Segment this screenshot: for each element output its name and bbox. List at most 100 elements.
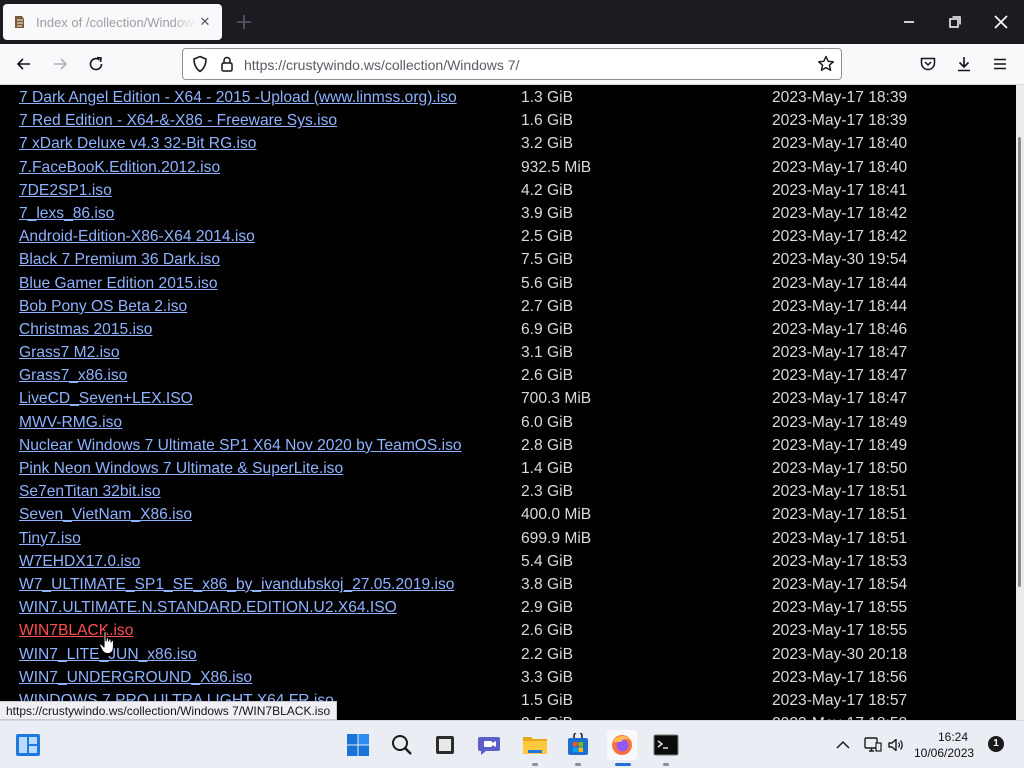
file-size: 700.3 MiB <box>521 390 592 408</box>
network-icon[interactable] <box>862 735 882 755</box>
volume-icon[interactable] <box>886 735 906 755</box>
widgets-icon[interactable] <box>13 730 43 760</box>
hand-pointer-cursor-icon <box>99 631 115 655</box>
file-link[interactable]: Tiny7.iso <box>19 527 81 550</box>
file-link[interactable]: 7_lexs_86.iso <box>19 202 114 225</box>
file-link[interactable]: Android-Edition-X86-X64 2014.iso <box>19 225 255 248</box>
file-link[interactable]: Grass7 M2.iso <box>19 341 120 364</box>
file-link[interactable]: WIN7.ULTIMATE.N.STANDARD.EDITION.U2.X64.… <box>19 596 397 619</box>
listing-row: WIN7BLACK.iso 2.6 GiB 2023-May-17 18:55 <box>0 619 1016 642</box>
listing-row: MWV-RMG.iso 6.0 GiB 2023-May-17 18:49 <box>0 411 1016 434</box>
listing-row: WIN7.ULTIMATE.N.STANDARD.EDITION.U2.X64.… <box>0 596 1016 619</box>
file-link[interactable]: 7 Dark Angel Edition - X64 - 2015 -Uploa… <box>19 86 457 109</box>
reload-icon[interactable] <box>86 54 106 74</box>
windows-taskbar: 16:24 10/06/2023 <box>0 720 1024 768</box>
file-size: 2.7 GiB <box>521 297 574 315</box>
listing-row: Black 7 Premium 36 Dark.iso 7.5 GiB 2023-M… <box>0 248 1016 271</box>
show-hidden-icons-chevron-icon[interactable] <box>835 737 851 753</box>
listing-row: Android-Edition-X86-X64 2014.iso 2.5 GiB 2… <box>0 225 1016 248</box>
back-arrow-icon[interactable] <box>14 54 34 74</box>
terminal-running-indicator <box>663 763 669 766</box>
listing-row: Nuclear Windows 7 Ultimate SP1 X64 Nov 2… <box>0 434 1016 457</box>
file-link[interactable]: W7EHDX17.0.iso <box>19 550 140 573</box>
file-date: 2023-May-17 18:58 <box>772 712 907 720</box>
file-size: 1.5 GiB <box>521 691 574 709</box>
file-link[interactable]: Pink Neon Windows 7 Ultimate & SuperLite… <box>19 457 343 480</box>
window-close-icon[interactable] <box>990 11 1012 33</box>
file-link[interactable]: 7DE2SP1.iso <box>19 179 112 202</box>
minimize-icon[interactable] <box>898 11 920 33</box>
file-link[interactable]: W7_ULTIMATE_SP1_SE_x86_by_ivandubskoj_27… <box>19 573 454 596</box>
file-size: 5.4 GiB <box>521 552 574 570</box>
notification-badge[interactable]: 1 <box>988 736 1004 752</box>
link-status-bar: https://crustywindo.ws/collection/Window… <box>0 701 338 720</box>
listing-row: Grass7 M2.iso 3.1 GiB 2023-May-17 18:47 <box>0 341 1016 364</box>
file-date: 2023-May-17 18:39 <box>772 112 908 130</box>
menu-hamburger-icon[interactable] <box>990 54 1010 74</box>
directory-listing: 7 Dark Angel Edition - X64 - 2015 -Uploa… <box>0 85 1016 720</box>
file-link[interactable]: LiveCD_Seven+LEX.ISO <box>19 387 193 410</box>
new-tab-plus-icon[interactable] <box>234 12 254 32</box>
file-link[interactable]: WIN7_UNDERGROUND_X86.iso <box>19 666 252 689</box>
nav-toolbar: https://crustywindo.ws/collection/Window… <box>0 44 1024 85</box>
forward-arrow-icon[interactable] <box>50 54 70 74</box>
pocket-icon[interactable] <box>918 54 938 74</box>
file-size: 2.8 GiB <box>521 436 574 454</box>
file-explorer-icon[interactable] <box>520 730 550 760</box>
file-date: 2023-May-30 19:54 <box>772 251 908 269</box>
url-bar[interactable]: https://crustywindo.ws/collection/Window… <box>182 48 842 80</box>
file-link[interactable]: MWV-RMG.iso <box>19 411 122 434</box>
microsoft-store-icon[interactable] <box>563 730 593 760</box>
terminal-icon[interactable] <box>651 730 681 760</box>
file-size: 4.2 GiB <box>521 181 574 199</box>
file-date: 2023-May-17 18:49 <box>772 413 908 431</box>
file-date: 2023-May-30 20:18 <box>772 645 908 663</box>
clock-time: 16:24 <box>937 730 968 744</box>
file-link[interactable]: 7 xDark Deluxe v4.3 32-Bit RG.iso <box>19 132 256 155</box>
file-link[interactable]: Blue Gamer Edition 2015.iso <box>19 272 218 295</box>
folder-favicon-icon <box>15 16 24 28</box>
search-icon[interactable] <box>387 730 417 760</box>
listing-row: Pink Neon Windows 7 Ultimate & SuperLite… <box>0 457 1016 480</box>
listing-row: WIN7_UNDERGROUND_X86.iso 3.3 GiB 2023-May-… <box>0 666 1016 689</box>
start-windows-icon[interactable] <box>343 730 373 760</box>
file-date: 2023-May-17 18:47 <box>772 344 908 362</box>
file-link[interactable]: Black 7 Premium 36 Dark.iso <box>19 248 220 271</box>
restore-icon[interactable] <box>944 11 966 33</box>
file-size: 2.9 GiB <box>521 599 574 617</box>
bookmark-star-icon[interactable] <box>816 54 836 74</box>
file-date: 2023-May-17 18:47 <box>772 367 908 385</box>
page-scrollbar[interactable] <box>1016 85 1024 720</box>
file-size: 932.5 MiB <box>521 158 592 176</box>
file-link[interactable]: Christmas 2015.iso <box>19 318 152 341</box>
system-clock[interactable]: 16:24 10/06/2023 <box>914 729 974 761</box>
listing-row: Blue Gamer Edition 2015.iso 5.6 GiB 2023-M… <box>0 272 1016 295</box>
file-link[interactable]: Nuclear Windows 7 Ultimate SP1 X64 Nov 2… <box>19 434 462 457</box>
teams-chat-icon[interactable] <box>475 730 505 760</box>
file-link[interactable]: 7.FaceBooK.Edition.2012.iso <box>19 156 220 179</box>
task-view-icon[interactable] <box>430 730 460 760</box>
listing-row: 7 Dark Angel Edition - X64 - 2015 -Uploa… <box>0 86 1016 109</box>
tab-close-icon[interactable]: ✕ <box>197 14 213 30</box>
file-link[interactable]: 7 Red Edition - X64-&-X86 - Freeware Sys… <box>19 109 337 132</box>
downloads-icon[interactable] <box>954 54 974 74</box>
file-link[interactable]: Grass7_x86.iso <box>19 364 127 387</box>
file-date: 2023-May-17 18:53 <box>772 552 908 570</box>
file-date: 2023-May-17 18:42 <box>772 228 908 246</box>
scrollbar-thumb[interactable] <box>1018 137 1021 587</box>
listing-rows: 7 Dark Angel Edition - X64 - 2015 -Uploa… <box>0 86 1016 720</box>
tracking-shield-icon[interactable] <box>190 54 210 74</box>
firefox-icon[interactable] <box>607 730 637 760</box>
file-link[interactable]: Bob Pony OS Beta 2.iso <box>19 295 187 318</box>
tab-active[interactable]: Index of /collection/Windows 7/ ✕ <box>3 4 222 40</box>
file-date: 2023-May-17 18:44 <box>772 274 908 292</box>
lock-icon[interactable] <box>217 54 237 74</box>
listing-row: 7.FaceBooK.Edition.2012.iso 932.5 MiB 2023… <box>0 156 1016 179</box>
file-date: 2023-May-17 18:51 <box>772 483 908 501</box>
file-link[interactable]: Seven_VietNam_X86.iso <box>19 503 192 526</box>
tab-strip: Index of /collection/Windows 7/ ✕ <box>0 0 1024 44</box>
file-size: 2.3 GiB <box>521 483 574 501</box>
store-running-indicator <box>575 763 581 766</box>
file-link[interactable]: Se7enTitan 32bit.iso <box>19 480 161 503</box>
listing-row: Bob Pony OS Beta 2.iso 2.7 GiB 2023-May-17… <box>0 295 1016 318</box>
